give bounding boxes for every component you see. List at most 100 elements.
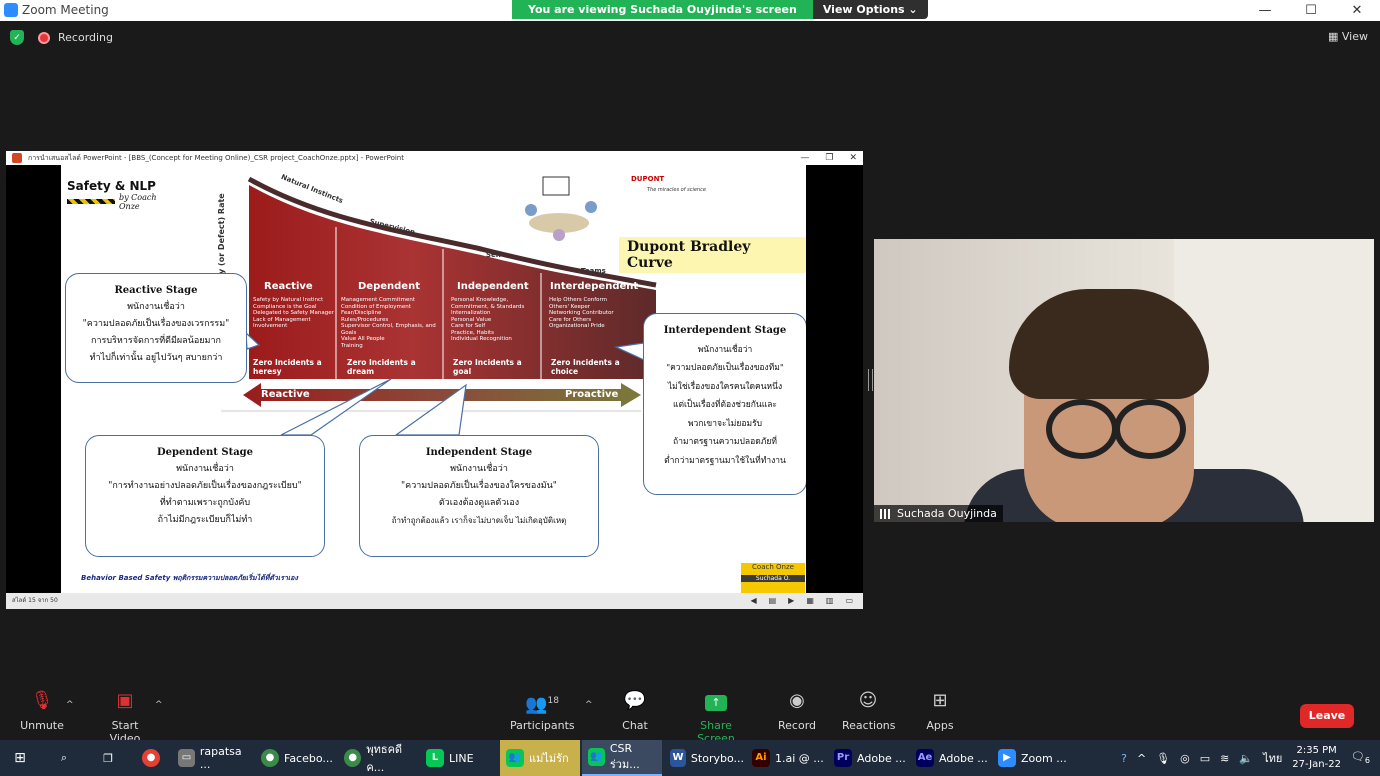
maximize-button[interactable]: ☐ (1288, 0, 1334, 21)
shield-icon[interactable]: ✓ (10, 30, 24, 45)
whiteboard (542, 176, 570, 196)
clock-time: 2:35 PM (1296, 745, 1337, 756)
ppt-window-controls: — ❐ ✕ (800, 151, 857, 165)
curve-label-teams: Teams (581, 267, 606, 275)
search-button[interactable]: ⌕ (44, 740, 84, 776)
task-view-icon: ❐ (103, 751, 113, 765)
coach-onze-badge: Coach Onze Suchada O. (741, 563, 805, 593)
task-view-button[interactable]: ❐ (88, 740, 128, 776)
bubble-heading: Reactive Stage (114, 285, 198, 296)
close-button[interactable]: ✕ (1334, 0, 1380, 21)
bubble-independent-stage: Independent Stage พนักงานเชื่อว่า "ความป… (359, 435, 599, 557)
slide-sorter-icon[interactable]: ▦ (806, 593, 814, 609)
chat-button[interactable]: 💬 Chat (620, 690, 650, 732)
zero-incidents-dependent: Zero Incidents a dream (347, 358, 416, 376)
apps-button[interactable]: ⊞ Apps (924, 690, 956, 732)
chevron-up-icon[interactable]: ^ (1137, 752, 1146, 765)
notes-icon[interactable]: ▤ (769, 593, 777, 609)
taskbar-item-rapatsa[interactable]: ▭ rapatsa ... (172, 740, 252, 776)
taskbar-item-facebook[interactable]: ● Facebo... (255, 740, 335, 776)
splitter-handle[interactable] (868, 369, 873, 391)
view-options-button[interactable]: View Options ⌄ (812, 0, 928, 19)
bubble-line: พวกเขาจะไม่ยอมรับ (687, 418, 763, 429)
stage-reactive: Reactive (264, 281, 313, 292)
signal-icon (880, 508, 892, 519)
taskbar-item-line[interactable]: L LINE (420, 740, 498, 776)
notifications-icon[interactable]: 🗨6 (1351, 750, 1370, 765)
battery-icon[interactable]: ▭ (1200, 752, 1210, 765)
bubble-interdependent-stage: Interdependent Stage พนักงานเชื่อว่า "คว… (643, 313, 806, 495)
chat-label: Chat (622, 719, 648, 732)
slideshow-icon[interactable]: ▭ (845, 593, 853, 609)
taskbar-label: Zoom ... (1021, 751, 1067, 765)
zoom-icon: ▶ (998, 749, 1016, 767)
grid-icon: ▦ (1327, 30, 1339, 43)
taskbar-item-group[interactable]: 👥 แม่ไม่รัก (500, 740, 580, 776)
bubble-line: แต่เป็นเรื่องที่ต้องช่วยกันและ (673, 400, 777, 410)
ppt-minimize-icon: — (800, 153, 810, 163)
volume-icon[interactable]: 🔈 (1239, 752, 1253, 765)
taskbar-item-zoom[interactable]: ▶ Zoom ... (992, 740, 1072, 776)
reading-view-icon[interactable]: ▥ (826, 593, 834, 609)
chat-icon: 💬 (623, 690, 647, 711)
leave-button[interactable]: Leave (1300, 704, 1354, 728)
share-screen-button[interactable]: ↑ Share Screen (682, 690, 750, 745)
participants-caret[interactable]: ^ (585, 700, 593, 710)
taskbar-item-illustrator[interactable]: Ai 1.ai @ ... (746, 740, 826, 776)
shared-powerpoint-window: การนำเสนอสไลด์ PowerPoint - [BBS_(Concep… (6, 151, 863, 609)
badge-name: Suchada O. (741, 575, 805, 582)
taskbar-item-csr[interactable]: 👥 CSR ร่วม... (582, 740, 662, 776)
share-screen-icon: ↑ (682, 690, 750, 712)
taskbar-item-after-effects[interactable]: Ae Adobe ... (910, 740, 990, 776)
reactions-button[interactable]: ☺ Reactions (842, 690, 896, 732)
start-video-button[interactable]: ▣ Start Video (96, 690, 154, 745)
video-options-caret[interactable]: ^ (155, 700, 163, 710)
premiere-icon: Pr (834, 749, 852, 767)
microphone-icon[interactable]: 🎙 (1156, 752, 1170, 765)
webcam-icon[interactable]: ◎ (1180, 752, 1190, 765)
taskbar-item-premiere[interactable]: Pr Adobe ... (828, 740, 908, 776)
start-button[interactable]: ⊞ (0, 740, 40, 776)
zero-incidents-reactive: Zero Incidents a heresy (253, 358, 322, 376)
powerpoint-icon (12, 153, 22, 163)
recording-label[interactable]: Recording (58, 31, 113, 44)
participant-nametag: Suchada Ouyjinda (874, 505, 1003, 522)
taskbar-item-chrome-thai[interactable]: ● พุทธคดีค... (338, 740, 418, 776)
next-slide-icon[interactable]: ▶ (788, 593, 794, 609)
system-tray: ? ^ 🎙 ◎ ▭ ≋ 🔈 ไทย 2:35 PM 27-Jan-22 🗨6 (1121, 740, 1380, 776)
screen-share-banner: You are viewing Suchada Ouyjinda's scree… (512, 0, 928, 19)
chrome-pinned[interactable]: ● (132, 740, 170, 776)
line-icon: L (426, 749, 444, 767)
unmute-button[interactable]: 🎙 Unmute (20, 690, 64, 732)
clock-date: 27-Jan-22 (1292, 759, 1341, 770)
participant-video-tile[interactable]: Suchada Ouyjinda (874, 239, 1374, 522)
window-controls: — ☐ ✕ (1242, 0, 1380, 21)
recording-icon (38, 31, 50, 44)
audio-options-caret[interactable]: ^ (66, 700, 74, 710)
minimize-button[interactable]: — (1242, 0, 1288, 21)
clock[interactable]: 2:35 PM 27-Jan-22 (1292, 744, 1341, 772)
after-effects-icon: Ae (916, 749, 934, 767)
taskbar-label: 1.ai @ ... (775, 751, 824, 765)
column-reactive: Safety by Natural Instinct Compliance is… (253, 297, 335, 330)
taskbar-label: แม่ไม่รัก (529, 752, 569, 765)
participants-button[interactable]: 👥18 Participants (510, 690, 575, 732)
bubble-line: ที่ทำตามเพราะถูกบังคับ (159, 498, 251, 508)
bubble-line: พนักงานเชื่อว่า (450, 464, 508, 474)
wifi-icon[interactable]: ≋ (1220, 752, 1229, 765)
dupont-tagline: The miracles of science (647, 187, 706, 193)
bubble-dependent-stage: Dependent Stage พนักงานเชื่อว่า "การทำงา… (85, 435, 325, 557)
meeting-status: ✓ Recording (10, 30, 113, 45)
taskbar-item-word[interactable]: W Storybo... (664, 740, 744, 776)
col-item: Individual Recognition (451, 336, 512, 342)
input-language[interactable]: ไทย (1263, 749, 1282, 767)
prev-slide-icon[interactable]: ◀ (750, 593, 756, 609)
record-button[interactable]: ◉ Record (778, 690, 816, 732)
participants-label: Participants (510, 719, 575, 732)
help-icon[interactable]: ? (1121, 752, 1127, 765)
ppt-title: การนำเสนอสไลด์ PowerPoint - [BBS_(Concep… (28, 154, 404, 162)
col-item: Organizational Pride (549, 323, 605, 329)
stage-dependent: Dependent (358, 281, 420, 292)
view-button[interactable]: ▦ View (1328, 30, 1368, 43)
taskbar-label: CSR ร่วม... (609, 741, 640, 771)
